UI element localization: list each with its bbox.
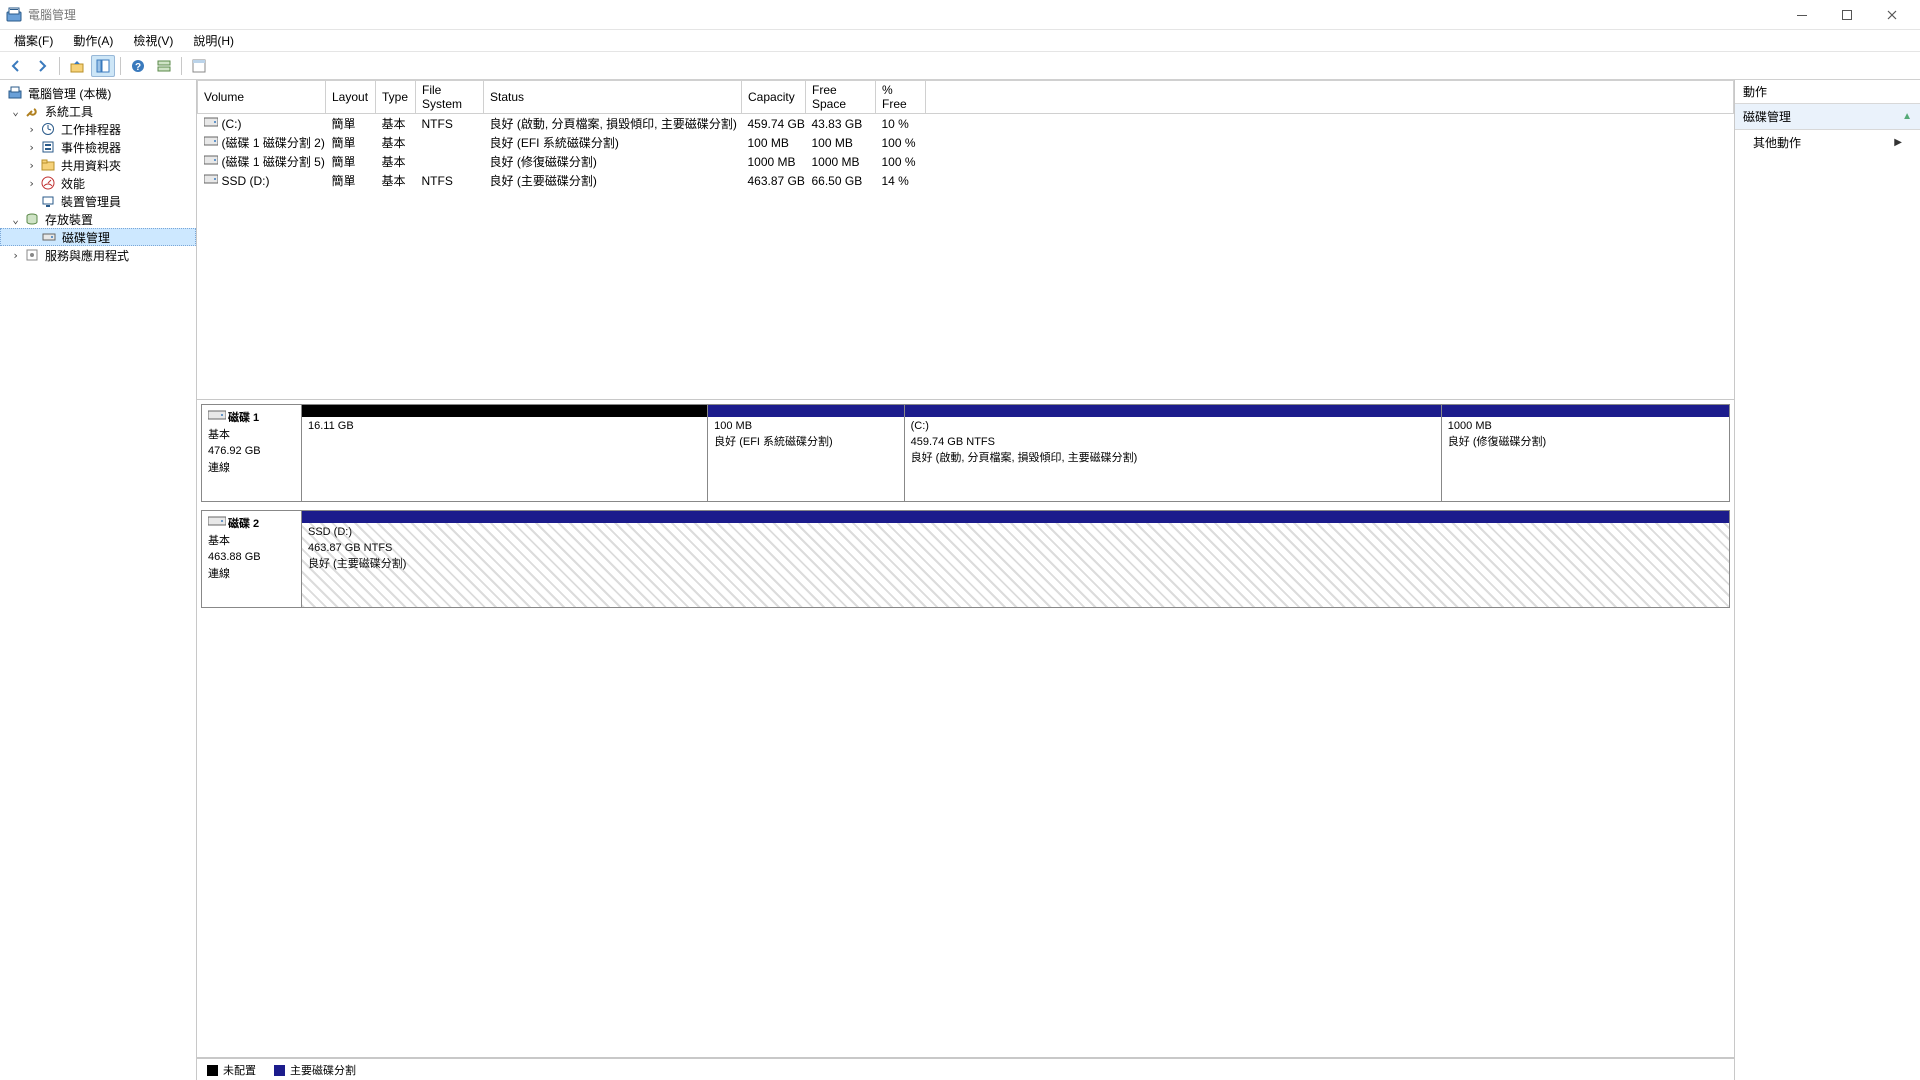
tree-shared-folders[interactable]: › 共用資料夾 [0,156,196,174]
partition-bar [708,405,903,417]
toolbar-separator [120,57,121,75]
tree-performance[interactable]: › 效能 [0,174,196,192]
col-volume[interactable]: Volume [198,81,326,114]
disk-icon [208,409,226,421]
tree-device-manager[interactable]: 裝置管理員 [0,192,196,210]
actions-section-label: 磁碟管理 [1743,108,1791,125]
event-icon [40,139,56,155]
partition[interactable]: SSD (D:)463.87 GB NTFS良好 (主要磁碟分割) [302,511,1729,607]
collapse-icon[interactable]: ⌄ [10,105,21,118]
menu-view[interactable]: 檢視(V) [123,30,183,51]
volume-list[interactable]: VolumeLayoutTypeFile SystemStatusCapacit… [197,80,1734,400]
partition-bar [302,511,1729,523]
chevron-right-icon: ▶ [1894,137,1902,148]
disk-row[interactable]: 磁碟 1基本476.92 GB連線16.11 GB100 MB良好 (EFI 系… [201,404,1730,502]
col-layout[interactable]: Layout [326,81,376,114]
col-capacity[interactable]: Capacity [742,81,806,114]
partition[interactable]: 1000 MB良好 (修復磁碟分割) [1441,405,1729,501]
minimize-button[interactable] [1779,0,1824,30]
volume-row[interactable]: SSD (D:)簡單基本NTFS良好 (主要磁碟分割)463.87 GB66.5… [198,171,1734,190]
col--free[interactable]: % Free [876,81,926,114]
partition[interactable]: 100 MB良好 (EFI 系統磁碟分割) [707,405,903,501]
tools-icon [24,103,40,119]
collapse-icon[interactable]: ⌄ [10,213,21,226]
actions-section[interactable]: 磁碟管理 ▲ [1735,104,1920,130]
perf-icon [40,175,56,191]
device-icon [40,193,56,209]
volume-icon [204,173,218,185]
tree-event-viewer[interactable]: › 事件檢視器 [0,138,196,156]
toolbar-separator [181,57,182,75]
maximize-button[interactable] [1824,0,1869,30]
titlebar: 電腦管理 [0,0,1920,30]
menu-file[interactable]: 檔案(F) [4,30,63,51]
col-file-system[interactable]: File System [416,81,484,114]
volume-icon [204,135,218,147]
window-title: 電腦管理 [28,6,76,23]
disk-row[interactable]: 磁碟 2基本463.88 GB連線SSD (D:)463.87 GB NTFS良… [201,510,1730,608]
partition-bar [1442,405,1729,417]
col-type[interactable]: Type [376,81,416,114]
tree-services[interactable]: › 服務與應用程式 [0,246,196,264]
tree-system-tools[interactable]: ⌄ 系統工具 [0,102,196,120]
tree-disk-management[interactable]: 磁碟管理 [0,228,196,246]
back-button[interactable] [4,55,28,77]
volume-icon [204,154,218,166]
list-view-button[interactable] [187,55,211,77]
legend-unallocated-label: 未配置 [223,1065,256,1077]
expand-icon[interactable]: › [26,177,37,190]
show-tree-button[interactable] [91,55,115,77]
disk-icon [208,515,226,527]
disk-header[interactable]: 磁碟 1基本476.92 GB連線 [202,405,302,501]
settings-button[interactable] [152,55,176,77]
partition[interactable]: (C:)459.74 GB NTFS良好 (啟動, 分頁檔案, 損毀傾印, 主要… [904,405,1441,501]
services-icon [24,247,40,263]
tree-root[interactable]: 電腦管理 (本機) [0,84,196,102]
partition-bar [905,405,1441,417]
storage-icon [24,211,40,227]
actions-more-label: 其他動作 [1753,134,1801,151]
expand-icon[interactable]: › [10,249,21,262]
menu-action[interactable]: 動作(A) [63,30,123,51]
toolbar-separator [59,57,60,75]
partition-bar [302,405,707,417]
collapse-icon: ▲ [1902,111,1912,122]
help-button[interactable]: ? [126,55,150,77]
menu-help[interactable]: 說明(H) [183,30,244,51]
tree-storage[interactable]: ⌄ 存放裝置 [0,210,196,228]
actions-more[interactable]: 其他動作 ▶ [1735,130,1920,155]
toolbar: ? [0,52,1920,80]
legend-primary-label: 主要磁碟分割 [290,1065,356,1077]
partition[interactable]: 16.11 GB [302,405,707,501]
folder-icon [40,157,56,173]
tree-task-scheduler[interactable]: › 工作排程器 [0,120,196,138]
volume-row[interactable]: (磁碟 1 磁碟分割 2)簡單基本良好 (EFI 系統磁碟分割)100 MB10… [198,133,1734,152]
up-button[interactable] [65,55,89,77]
legend-primary-swatch [274,1065,285,1076]
actions-header: 動作 [1735,80,1920,104]
expand-icon[interactable]: › [26,123,37,136]
navigation-tree[interactable]: 電腦管理 (本機) ⌄ 系統工具 › 工作排程器 › 事件檢視器 › 共用資料夾… [0,80,197,1080]
legend: 未配置 主要磁碟分割 [197,1058,1734,1080]
computer-icon [7,85,23,101]
volume-row[interactable]: (磁碟 1 磁碟分割 5)簡單基本良好 (修復磁碟分割)1000 MB1000 … [198,152,1734,171]
forward-button[interactable] [30,55,54,77]
volume-row[interactable]: (C:)簡單基本NTFS良好 (啟動, 分頁檔案, 損毀傾印, 主要磁碟分割)4… [198,114,1734,134]
actions-pane: 動作 磁碟管理 ▲ 其他動作 ▶ [1734,80,1920,1080]
menubar: 檔案(F) 動作(A) 檢視(V) 說明(H) [0,30,1920,52]
legend-unallocated-swatch [207,1065,218,1076]
expand-icon[interactable]: › [26,141,37,154]
col-status[interactable]: Status [484,81,742,114]
volume-icon [204,116,218,128]
svg-text:?: ? [135,62,141,73]
disk-graphic-pane[interactable]: 磁碟 1基本476.92 GB連線16.11 GB100 MB良好 (EFI 系… [197,400,1734,1058]
close-button[interactable] [1869,0,1914,30]
app-icon [6,7,22,23]
disk-icon [41,229,57,245]
col-free-space[interactable]: Free Space [806,81,876,114]
disk-header[interactable]: 磁碟 2基本463.88 GB連線 [202,511,302,607]
expand-icon[interactable]: › [26,159,37,172]
clock-icon [40,121,56,137]
